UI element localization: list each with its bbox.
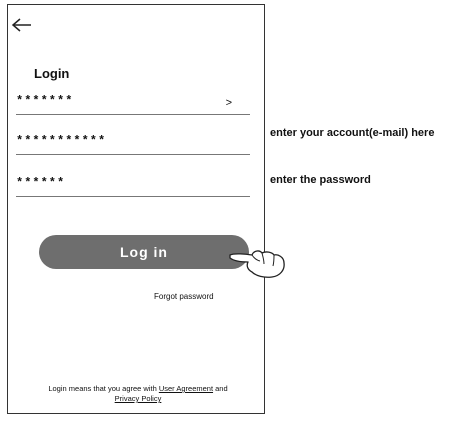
email-field[interactable]: *********** [16, 131, 250, 155]
phone-screen: Login ******* > *********** ****** Log i… [7, 4, 265, 414]
back-arrow-icon[interactable] [11, 17, 33, 33]
privacy-policy-link[interactable]: Privacy Policy [115, 394, 162, 403]
pointing-hand-icon [229, 250, 285, 278]
password-field[interactable]: ****** [16, 173, 250, 197]
user-agreement-link[interactable]: User Agreement [159, 384, 213, 393]
account-value: ******* [16, 94, 74, 108]
email-value: *********** [16, 134, 107, 148]
password-hint: enter the password [270, 174, 371, 186]
agreement-text: Login means that you agree with User Agr… [18, 384, 258, 404]
agreement-and: and [213, 384, 228, 393]
forgot-password-link[interactable]: Forgot password [154, 292, 214, 301]
login-button[interactable]: Log in [39, 235, 249, 269]
chevron-right-icon[interactable]: > [226, 97, 232, 109]
page-title: Login [34, 66, 70, 81]
agreement-prefix: Login means that you agree with [48, 384, 159, 393]
account-hint: enter your account(e-mail) here [270, 127, 435, 139]
password-value: ****** [16, 176, 66, 190]
account-field[interactable]: ******* > [16, 91, 250, 115]
